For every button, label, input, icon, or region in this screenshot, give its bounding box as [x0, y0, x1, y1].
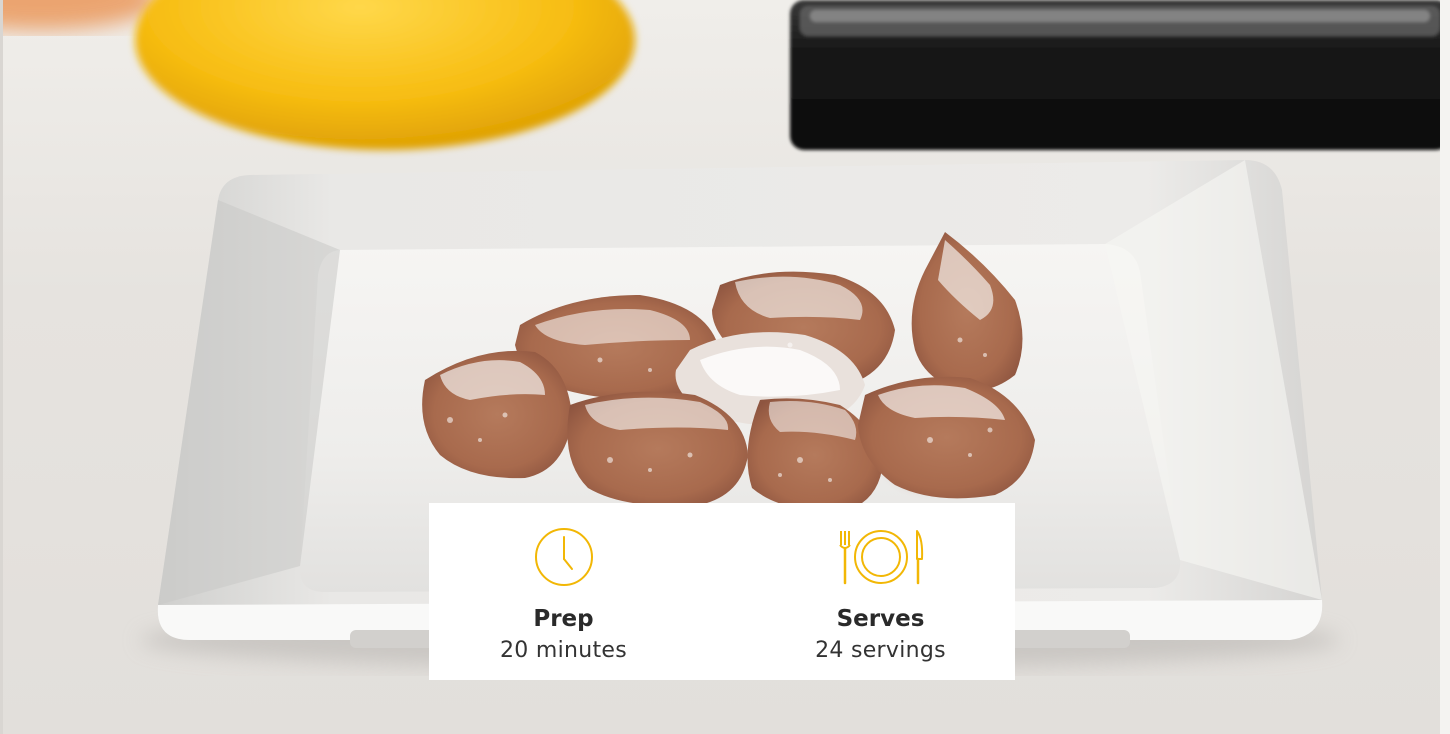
plate-utensils-icon	[833, 527, 929, 587]
prep-time: Prep 20 minutes	[429, 503, 722, 665]
recipe-info-card: Prep 20 minutes Serves 24 servings	[429, 503, 1015, 680]
prep-label: Prep	[533, 606, 594, 632]
left-border	[0, 0, 3, 734]
clock-icon	[516, 527, 612, 587]
serves-value: 24 servings	[815, 638, 946, 663]
servings: Serves 24 servings	[722, 503, 1015, 665]
prep-value: 20 minutes	[499, 638, 628, 663]
right-border	[1440, 0, 1450, 734]
serves-label: Serves	[836, 606, 925, 632]
